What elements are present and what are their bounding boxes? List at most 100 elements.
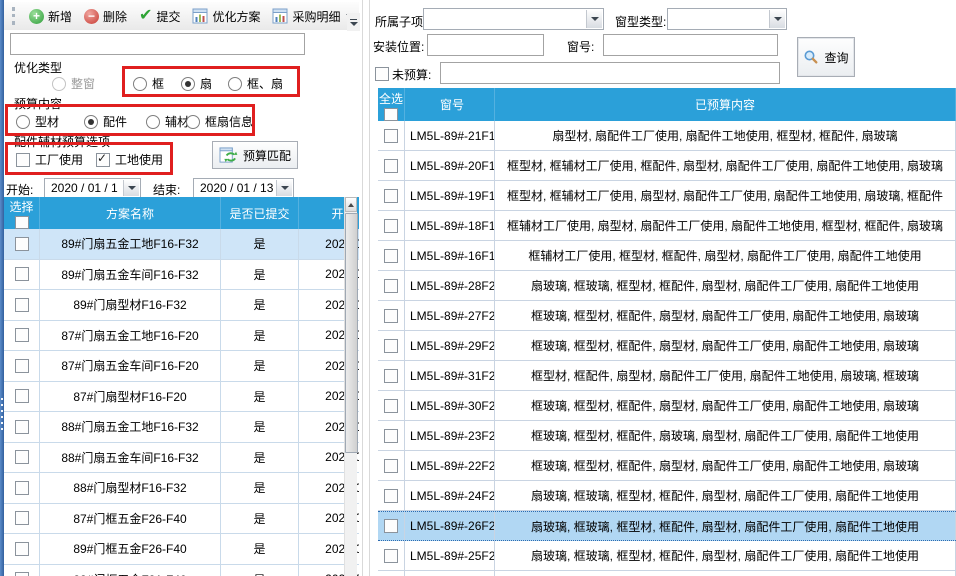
window-row[interactable]: LM5L-89#-22F20 框玻璃, 框型材, 框配件, 扇型材, 扇配件工厂…	[378, 451, 956, 481]
row-select-cell[interactable]	[378, 421, 405, 450]
row-checkbox[interactable]	[384, 219, 398, 233]
no-budget-input[interactable]	[440, 62, 780, 84]
row-select-cell[interactable]	[4, 504, 40, 534]
row-checkbox[interactable]	[15, 267, 29, 281]
row-checkbox[interactable]	[15, 511, 29, 525]
window-row[interactable]: LM5L-89#-28F26 扇玻璃, 框玻璃, 框型材, 框配件, 扇型材, …	[378, 271, 956, 301]
row-checkbox[interactable]	[384, 339, 398, 353]
row-checkbox[interactable]	[384, 519, 398, 533]
radio-frame-sash-info[interactable]: 框扇信息	[186, 113, 253, 130]
row-checkbox[interactable]	[15, 481, 29, 495]
row-checkbox[interactable]	[384, 459, 398, 473]
plan-row[interactable]: 88#门扇五金工地F16-F32 是 2020/0	[4, 412, 359, 443]
row-checkbox[interactable]	[384, 249, 398, 263]
plan-row[interactable]: 89#门扇五金工地F16-F32 是 2020/0	[4, 229, 359, 260]
row-select-cell[interactable]	[4, 443, 40, 473]
row-checkbox[interactable]	[15, 420, 29, 434]
checkbox-factory-use[interactable]: 工厂使用	[16, 151, 83, 168]
select-all-checkbox[interactable]	[384, 108, 398, 121]
panel-splitter[interactable]	[362, 0, 363, 576]
row-select-cell[interactable]	[378, 241, 405, 270]
row-checkbox[interactable]	[15, 359, 29, 373]
select-all-checkbox[interactable]	[15, 216, 29, 229]
row-select-cell[interactable]	[4, 473, 40, 503]
date-dropdown-button[interactable]	[123, 180, 139, 196]
radio-frame[interactable]: 框	[133, 75, 164, 92]
radio-accessory[interactable]: 配件	[84, 113, 127, 130]
row-select-cell[interactable]	[4, 351, 40, 381]
row-select-cell[interactable]	[378, 151, 405, 180]
window-row[interactable]: LM5L-89#-27F25 框玻璃, 框型材, 框配件, 扇型材, 扇配件工厂…	[378, 301, 956, 331]
window-row-selected[interactable]: LM5L-89#-26F24 扇玻璃, 框玻璃, 框型材, 框配件, 扇型材, …	[378, 511, 956, 541]
radio-profile[interactable]: 型材	[16, 113, 59, 130]
row-checkbox[interactable]	[384, 489, 398, 503]
row-checkbox[interactable]	[384, 549, 398, 563]
row-select-cell[interactable]	[378, 301, 405, 330]
window-row[interactable]: LM5L-89#-25F23 扇玻璃, 框玻璃, 框型材, 框配件, 扇型材, …	[378, 541, 956, 571]
plan-row[interactable]: 88#门扇五金车间F16-F32 是 2020/0	[4, 443, 359, 474]
plan-row[interactable]: 87#门扇五金车间F16-F20 是 2020/0	[4, 351, 359, 382]
checkbox-site-use[interactable]: 工地使用	[96, 151, 163, 168]
row-checkbox[interactable]	[384, 279, 398, 293]
row-checkbox[interactable]	[15, 298, 29, 312]
plan-filter-input[interactable]	[10, 33, 305, 55]
end-date-picker[interactable]: 2020 / 01 / 13	[193, 178, 294, 198]
window-no-input[interactable]	[603, 34, 778, 56]
row-checkbox[interactable]	[384, 429, 398, 443]
window-type-combobox[interactable]	[667, 8, 787, 30]
no-budget-checkbox[interactable]	[375, 67, 389, 81]
scrollbar-thumb[interactable]	[345, 213, 358, 453]
row-select-cell[interactable]	[4, 534, 40, 564]
row-select-cell[interactable]	[4, 412, 40, 442]
row-checkbox[interactable]	[15, 389, 29, 403]
row-select-cell[interactable]	[378, 361, 405, 390]
plan-row[interactable]: 89#门扇五金车间F16-F32 是 2020/0	[4, 260, 359, 291]
query-button[interactable]: 查询	[797, 37, 855, 77]
window-row[interactable]: LM5L-89#-31F29 框型材, 框配件, 扇型材, 扇配件工厂使用, 扇…	[378, 361, 956, 391]
row-select-cell[interactable]	[378, 451, 405, 480]
radio-sash[interactable]: 扇	[181, 75, 212, 92]
row-select-cell[interactable]	[378, 181, 405, 210]
window-row[interactable]: LM5L-89#-23F21 框玻璃, 框型材, 框配件, 扇玻璃, 扇型材, …	[378, 421, 956, 451]
row-checkbox[interactable]	[384, 159, 398, 173]
row-select-cell[interactable]	[378, 481, 405, 510]
add-button[interactable]: + 新增	[26, 6, 75, 27]
row-checkbox[interactable]	[384, 399, 398, 413]
window-row[interactable]: LM5L-89#-18F16 框辅材工厂使用, 扇型材, 扇配件工厂使用, 扇配…	[378, 211, 956, 241]
radio-whole-window[interactable]: 整窗	[52, 75, 95, 92]
row-select-cell[interactable]	[4, 260, 40, 290]
plan-row[interactable]: 89#门扇型材F16-F32 是 2020/0	[4, 290, 359, 321]
purchase-detail-button[interactable]: 采购明细	[269, 6, 357, 27]
row-select-cell[interactable]	[378, 121, 405, 150]
plan-table-scrollbar[interactable]	[344, 197, 357, 576]
row-checkbox[interactable]	[15, 237, 29, 251]
row-select-cell[interactable]	[378, 331, 405, 360]
window-row[interactable]: LM5L-89#-19F17 框型材, 框辅材工厂使用, 扇型材, 扇配件工厂使…	[378, 181, 956, 211]
plan-row[interactable]: 89#门框五金F26-F40 是 2020/0	[4, 534, 359, 565]
row-select-cell[interactable]	[4, 321, 40, 351]
toolbar-grip[interactable]	[12, 7, 18, 25]
window-row[interactable]: LM5L-89#-29F27 框玻璃, 框型材, 框配件, 扇型材, 扇配件工厂…	[378, 331, 956, 361]
row-checkbox[interactable]	[15, 328, 29, 342]
sub-item-combobox[interactable]	[423, 8, 604, 30]
row-select-cell[interactable]	[378, 541, 405, 570]
row-select-cell[interactable]	[4, 229, 40, 259]
combo-dropdown-button[interactable]	[586, 10, 602, 28]
plan-row[interactable]: 87#门扇型材F16-F20 是 2020/0	[4, 382, 359, 413]
start-date-picker[interactable]: 2020 / 01 / 1	[44, 178, 141, 198]
row-checkbox[interactable]	[384, 309, 398, 323]
combo-dropdown-button[interactable]	[769, 10, 785, 28]
scrollbar-up-button[interactable]	[345, 197, 357, 212]
row-checkbox[interactable]	[384, 189, 398, 203]
radio-auxiliary[interactable]: 辅材	[146, 113, 189, 130]
row-select-cell[interactable]	[378, 512, 405, 540]
install-position-input[interactable]	[427, 34, 544, 56]
row-select-cell[interactable]	[378, 211, 405, 240]
window-row[interactable]: LM5L-89#-20F18 框型材, 框辅材工厂使用, 框配件, 扇型材, 扇…	[378, 151, 956, 181]
window-row[interactable]: LM5L-89#-21F19 扇型材, 扇配件工厂使用, 扇配件工地使用, 框型…	[378, 121, 956, 151]
optimize-plan-button[interactable]: 优化方案	[189, 6, 263, 27]
splitter-grip[interactable]	[1, 398, 3, 432]
row-checkbox[interactable]	[384, 369, 398, 383]
toolbar-overflow-button[interactable]	[347, 13, 360, 31]
row-checkbox[interactable]	[15, 572, 29, 576]
